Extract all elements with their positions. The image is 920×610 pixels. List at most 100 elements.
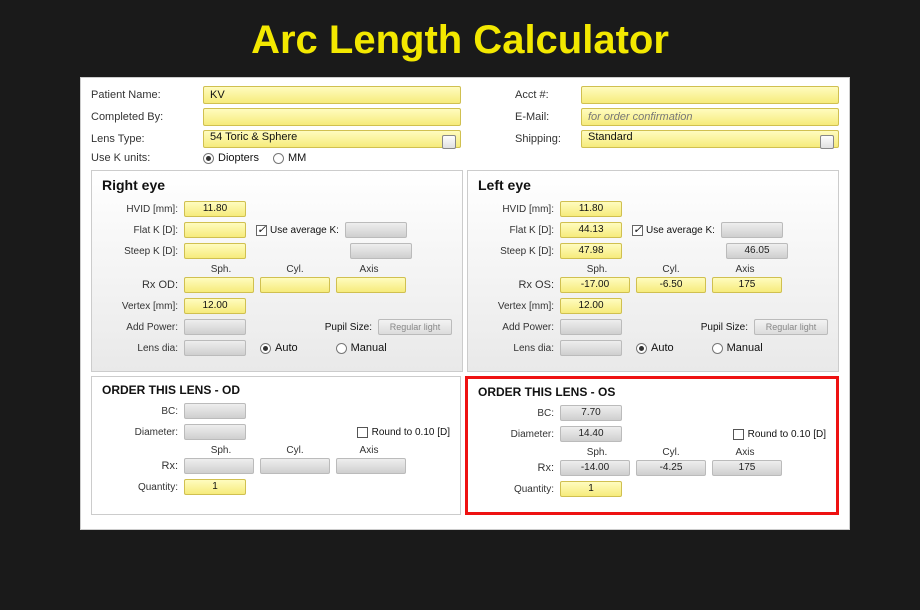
chevron-down-icon xyxy=(447,138,453,143)
radio-icon xyxy=(636,343,647,354)
od-order-sph-output xyxy=(184,458,254,474)
os-lensdia-manual-radio[interactable]: Manual xyxy=(712,342,763,354)
od-steepk-input[interactable] xyxy=(184,243,246,259)
completed-by-input[interactable] xyxy=(203,108,461,126)
od-order-rx-label: Rx: xyxy=(102,460,184,472)
od-flatk-input[interactable] xyxy=(184,222,246,238)
os-flatk-input[interactable]: 44.13 xyxy=(560,222,622,238)
right-eye-title: Right eye xyxy=(102,177,452,193)
patient-name-input[interactable]: KV xyxy=(203,86,461,104)
chevron-down-icon xyxy=(825,138,831,143)
od-lensdia-auto-radio[interactable]: Auto xyxy=(260,342,298,354)
os-pupil-label: Pupil Size: xyxy=(622,322,754,333)
od-lensdia-input[interactable] xyxy=(184,340,246,356)
os-hvid-label: HVID [mm]: xyxy=(478,204,560,215)
od-order-bc-label: BC: xyxy=(102,406,184,417)
radio-icon xyxy=(712,343,723,354)
od-vertex-input[interactable]: 12.00 xyxy=(184,298,246,314)
od-order-cyl-output xyxy=(260,458,330,474)
calculator-panel: Patient Name: KV Acct #: Completed By: E… xyxy=(80,77,850,530)
lens-type-select[interactable]: 54 Toric & Sphere xyxy=(203,130,461,148)
os-order-sph-output: -14.00 xyxy=(560,460,630,476)
od-order-bc-output xyxy=(184,403,246,419)
lens-type-label: Lens Type: xyxy=(91,133,203,145)
os-avgk-output xyxy=(721,222,783,238)
od-round-checkbox[interactable]: Round to 0.10 [D] xyxy=(357,427,450,438)
od-rx-cyl-input[interactable] xyxy=(260,277,330,293)
radio-icon xyxy=(203,153,214,164)
os-flatk-label: Flat K [D]: xyxy=(478,225,560,236)
os-rx-axis-input[interactable]: 175 xyxy=(712,277,782,293)
acct-input[interactable] xyxy=(581,86,839,104)
shipping-select[interactable]: Standard xyxy=(581,130,839,148)
od-rx-sph-input[interactable] xyxy=(184,277,254,293)
acct-label: Acct #: xyxy=(515,89,581,101)
os-hvid-input[interactable]: 11.80 xyxy=(560,201,622,217)
os-order-axis-header: Axis xyxy=(708,447,782,458)
left-eye-title: Left eye xyxy=(478,177,828,193)
os-steepk-label: Steep K [D]: xyxy=(478,246,560,257)
od-lensdia-label: Lens dia: xyxy=(102,343,184,354)
od-vertex-label: Vertex [mm]: xyxy=(102,301,184,312)
shipping-label: Shipping: xyxy=(515,133,581,145)
os-order-axis-output: 175 xyxy=(712,460,782,476)
od-order-axis-output xyxy=(336,458,406,474)
os-rx-cyl-input[interactable]: -6.50 xyxy=(636,277,706,293)
os-lensdia-input[interactable] xyxy=(560,340,622,356)
od-steepk2-output xyxy=(350,243,412,259)
os-steepk2-output: 46.05 xyxy=(726,243,788,259)
os-sph-header: Sph. xyxy=(560,264,634,275)
completed-by-label: Completed By: xyxy=(91,111,203,123)
right-eye-panel: Right eye HVID [mm]:11.80 Flat K [D]:Use… xyxy=(91,170,463,372)
os-steepk-input[interactable]: 47.98 xyxy=(560,243,622,259)
os-order-qty-label: Quantity: xyxy=(478,484,560,495)
od-sph-header: Sph. xyxy=(184,264,258,275)
od-order-cyl-header: Cyl. xyxy=(258,445,332,456)
k-units-mm-radio[interactable]: MM xyxy=(273,152,306,164)
os-vertex-input[interactable]: 12.00 xyxy=(560,298,622,314)
od-use-avg-k-checkbox[interactable]: Use average K: xyxy=(256,225,339,236)
os-order-dia-output: 14.40 xyxy=(560,426,622,442)
od-addpower-label: Add Power: xyxy=(102,322,184,333)
os-order-dia-label: Diameter: xyxy=(478,429,560,440)
os-order-sph-header: Sph. xyxy=(560,447,634,458)
os-round-checkbox[interactable]: Round to 0.10 [D] xyxy=(733,429,826,440)
email-input[interactable]: for order confirmation xyxy=(581,108,839,126)
order-od-title: ORDER THIS LENS - OD xyxy=(102,383,450,397)
os-lensdia-auto-radio[interactable]: Auto xyxy=(636,342,674,354)
od-avgk-output xyxy=(345,222,407,238)
od-addpower-input[interactable] xyxy=(184,319,246,335)
od-order-dia-label: Diameter: xyxy=(102,427,184,438)
order-od-panel: ORDER THIS LENS - OD BC: Diameter: Round … xyxy=(91,376,461,515)
os-order-bc-label: BC: xyxy=(478,408,560,419)
os-cyl-header: Cyl. xyxy=(634,264,708,275)
od-hvid-label: HVID [mm]: xyxy=(102,204,184,215)
od-order-sph-header: Sph. xyxy=(184,445,258,456)
os-use-avg-k-checkbox[interactable]: Use average K: xyxy=(632,225,715,236)
od-hvid-input[interactable]: 11.80 xyxy=(184,201,246,217)
od-order-qty-input[interactable]: 1 xyxy=(184,479,246,495)
os-order-cyl-output: -4.25 xyxy=(636,460,706,476)
od-lensdia-manual-radio[interactable]: Manual xyxy=(336,342,387,354)
os-pupil-size-button[interactable]: Regular light xyxy=(754,319,828,335)
od-pupil-size-button[interactable]: Regular light xyxy=(378,319,452,335)
od-rx-axis-input[interactable] xyxy=(336,277,406,293)
od-pupil-label: Pupil Size: xyxy=(246,322,378,333)
k-units-diopters-radio[interactable]: Diopters xyxy=(203,152,259,164)
os-addpower-input[interactable] xyxy=(560,319,622,335)
radio-icon xyxy=(260,343,271,354)
od-axis-header: Axis xyxy=(332,264,406,275)
os-order-bc-output: 7.70 xyxy=(560,405,622,421)
patient-name-label: Patient Name: xyxy=(91,89,203,101)
os-vertex-label: Vertex [mm]: xyxy=(478,301,560,312)
os-order-qty-input[interactable]: 1 xyxy=(560,481,622,497)
email-label: E-Mail: xyxy=(515,111,581,123)
os-lensdia-label: Lens dia: xyxy=(478,343,560,354)
left-eye-panel: Left eye HVID [mm]:11.80 Flat K [D]:44.1… xyxy=(467,170,839,372)
os-rx-sph-input[interactable]: -17.00 xyxy=(560,277,630,293)
os-axis-header: Axis xyxy=(708,264,782,275)
os-order-cyl-header: Cyl. xyxy=(634,447,708,458)
od-order-dia-output xyxy=(184,424,246,440)
os-addpower-label: Add Power: xyxy=(478,322,560,333)
use-k-label: Use K units: xyxy=(91,152,203,164)
